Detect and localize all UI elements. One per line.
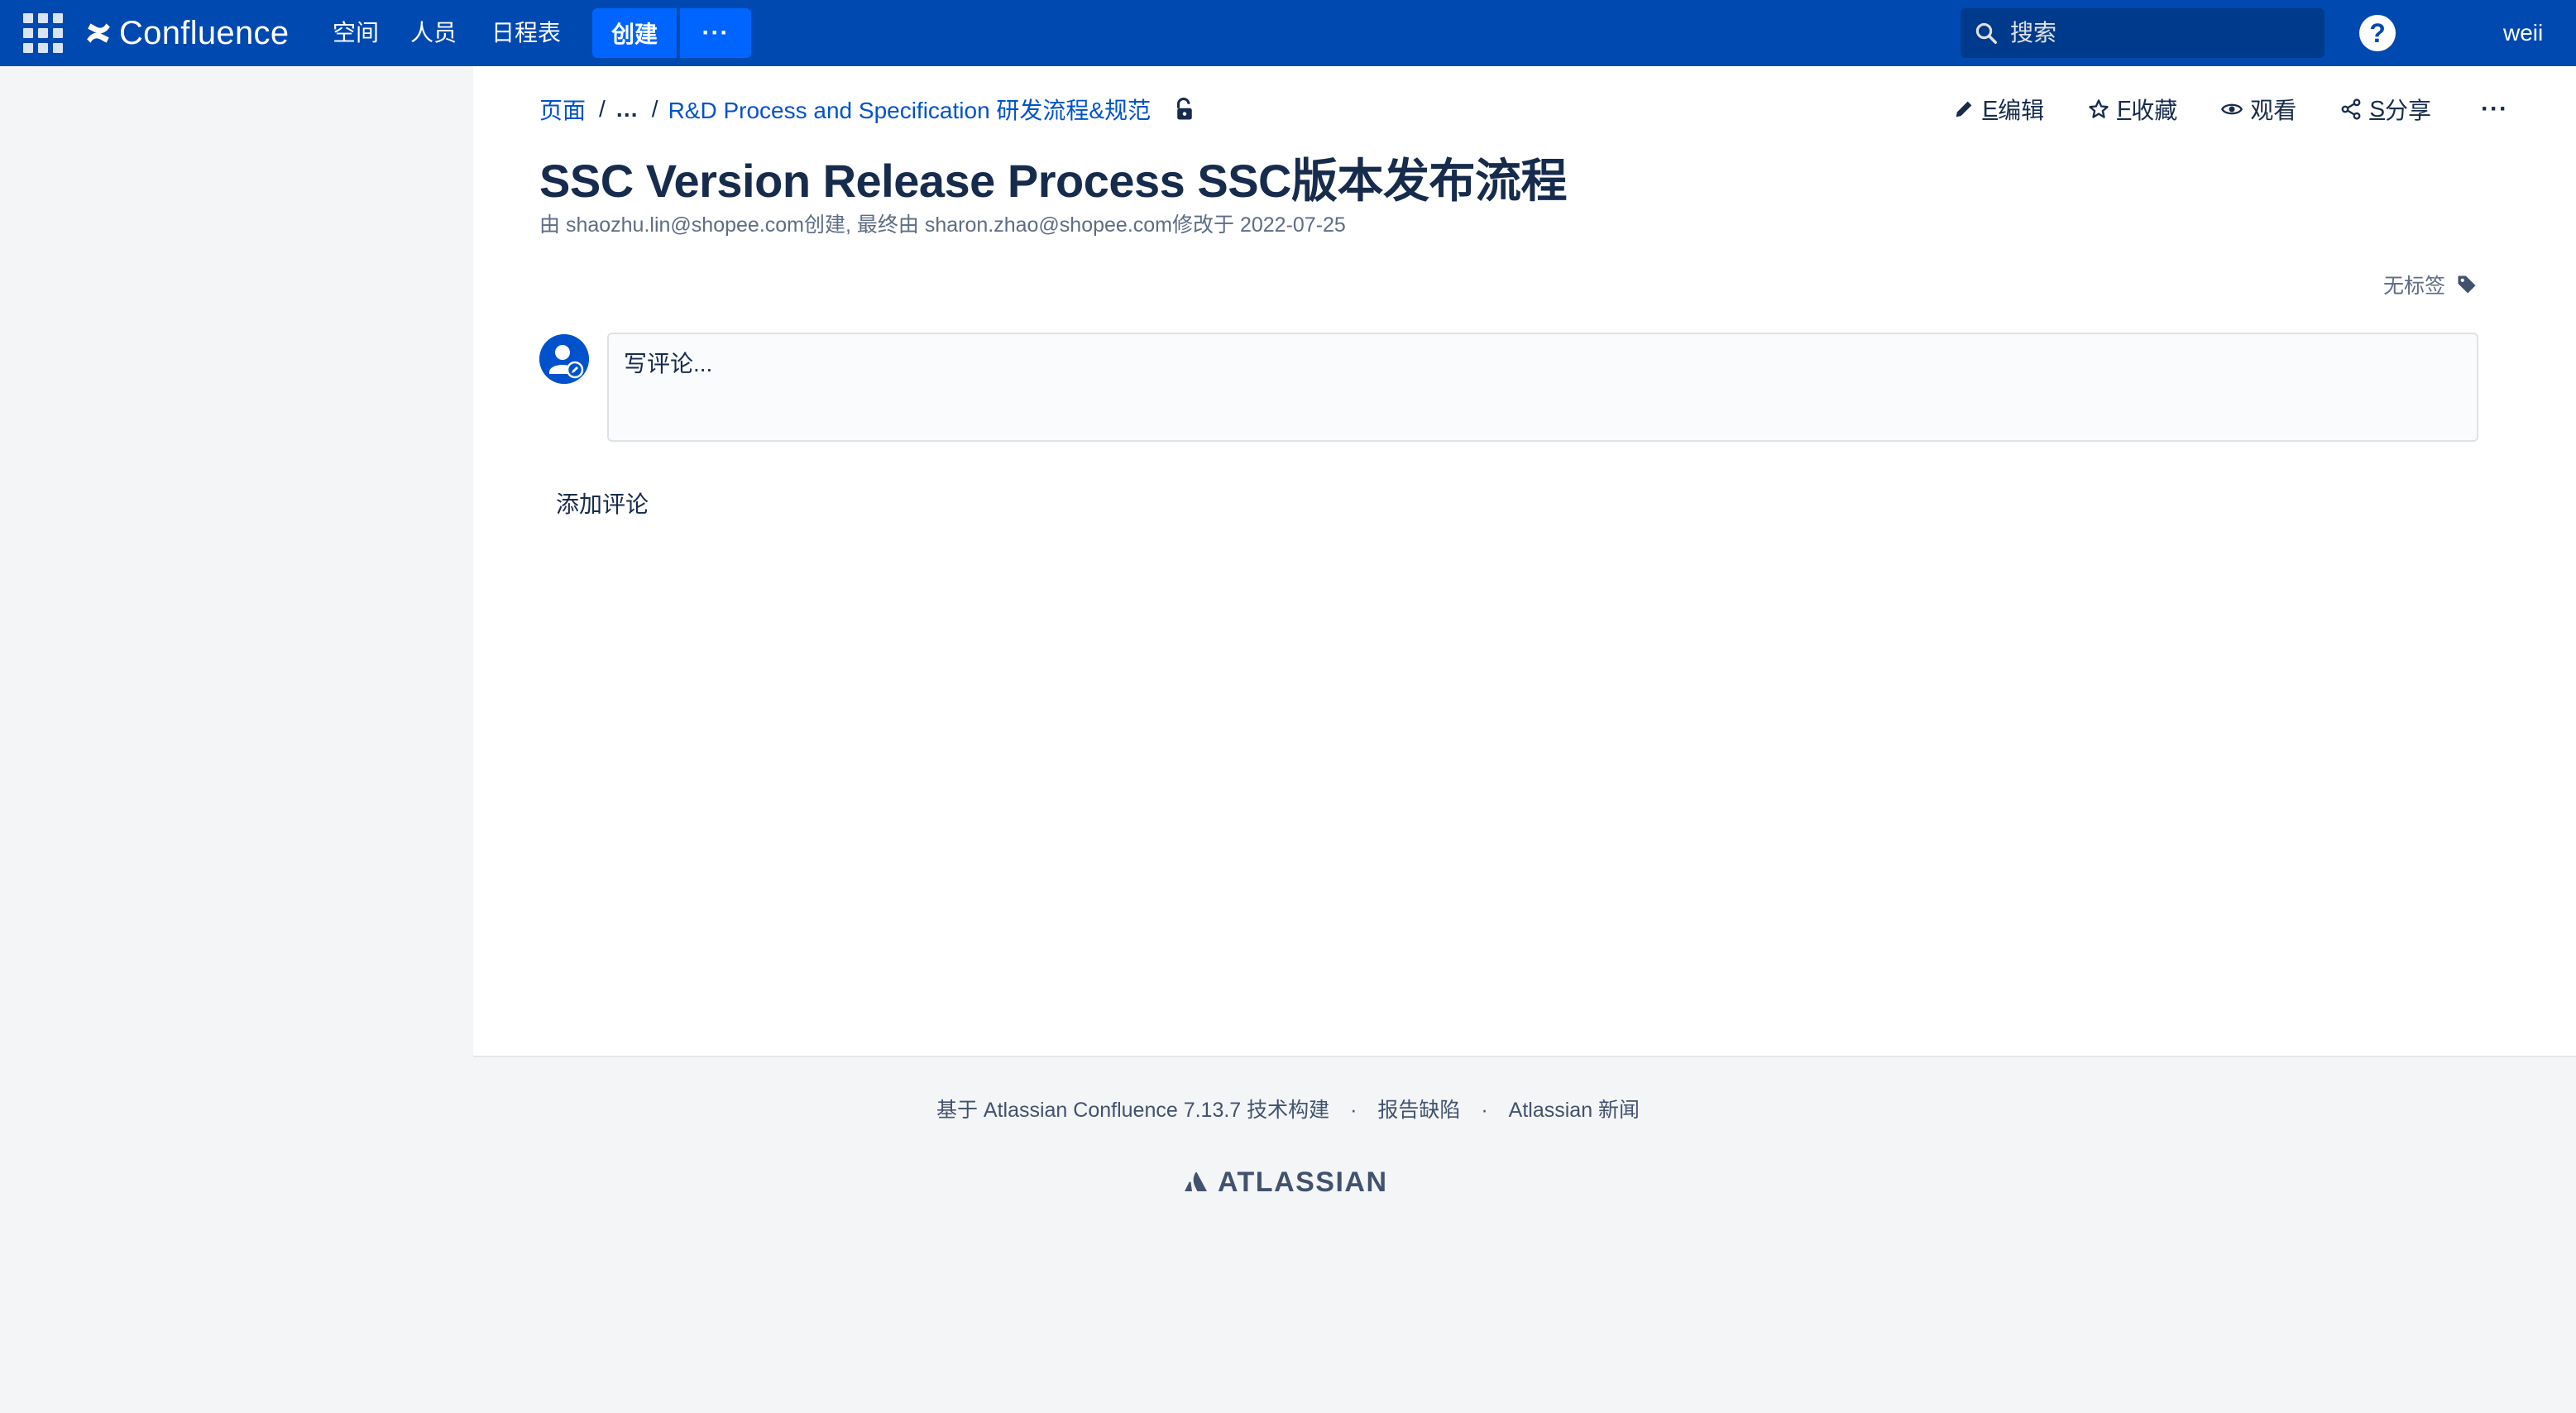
confluence-logo-icon (87, 23, 110, 43)
user-avatar (539, 334, 589, 384)
footer-separator: · (1350, 1099, 1357, 1122)
breadcrumb-ellipsis[interactable]: … (615, 96, 639, 122)
help-icon[interactable]: ? (2359, 15, 2396, 51)
eye-icon (2221, 103, 2243, 115)
comment-input[interactable]: 写评论... (607, 333, 2478, 442)
star-label: 收藏 (2131, 98, 2178, 123)
nav-link-people[interactable]: 人员 (410, 17, 457, 50)
search-input[interactable] (2010, 20, 2308, 46)
edit-button[interactable]: E 编辑 (1952, 93, 2044, 126)
watch-label: 观看 (2250, 98, 2297, 123)
nav-link-spaces[interactable]: 空间 (333, 17, 379, 50)
default-user-avatar-icon (539, 334, 589, 384)
page-actions: E 编辑 F 收藏 观看 S 分享 ··· (1909, 91, 2508, 127)
no-labels-text: 无标签 (2382, 275, 2445, 298)
star-icon (2089, 99, 2109, 118)
add-comment-link[interactable]: 添加评论 (556, 486, 649, 520)
app-switcher-grid-icon[interactable] (23, 13, 63, 53)
footer-news-link[interactable]: Atlassian 新闻 (1509, 1099, 1640, 1122)
page-byline: 由 shaozhu.lin@shopee.com创建, 最终由 sharon.z… (539, 213, 1346, 237)
breadcrumb: 页面 / … / R&D Process and Specification 研… (539, 91, 1195, 127)
breadcrumb-separator: / (599, 96, 606, 122)
footer-built-on-link[interactable]: 基于 Atlassian Confluence 7.13.7 技术构建 (936, 1099, 1329, 1122)
tag-icon[interactable] (2455, 273, 2478, 296)
more-actions-button[interactable]: ··· (2481, 95, 2508, 123)
unlocked-padlock-icon[interactable] (1174, 97, 1195, 122)
atlassian-logo-icon (1185, 1171, 1207, 1191)
create-button[interactable]: 创建 (592, 8, 677, 58)
footer-links: 基于 Atlassian Confluence 7.13.7 技术构建 · 报告… (0, 1094, 2576, 1123)
create-more-button[interactable]: ··· (680, 8, 751, 58)
star-button[interactable]: F 收藏 (2087, 93, 2177, 126)
breadcrumb-separator: / (651, 96, 658, 122)
edit-shortcut-key: E (1982, 96, 1999, 122)
nav-link-calendars[interactable]: 日程表 (491, 17, 561, 50)
edit-label: 编辑 (1998, 98, 2045, 123)
page-content: 页面 / … / R&D Process and Specification 研… (473, 66, 2576, 1057)
page-title: SSC Version Release Process SSC版本发布流程 (539, 155, 1568, 207)
labels-section: 无标签 (2383, 270, 2478, 299)
breadcrumb-parent-page[interactable]: R&D Process and Specification 研发流程&规范 (668, 93, 1152, 126)
share-label: 分享 (2385, 98, 2432, 123)
search-icon (1975, 22, 1997, 44)
confluence-logo[interactable]: Confluence (84, 12, 289, 55)
footer-report-bug-link[interactable]: 报告缺陷 (1377, 1099, 1460, 1122)
atlassian-wordmark: ATLASSIAN (1218, 1166, 1388, 1198)
footer-separator: · (1481, 1099, 1488, 1122)
share-shortcut-key: S (2369, 96, 2385, 122)
share-icon (2341, 98, 2361, 120)
star-shortcut-key: F (2117, 96, 2132, 122)
pencil-icon (1956, 101, 1972, 117)
share-button[interactable]: S 分享 (2339, 93, 2431, 126)
watch-button[interactable]: 观看 (2220, 93, 2296, 126)
search-box[interactable] (1961, 8, 2325, 58)
atlassian-logo[interactable]: ATLASSIAN (1183, 1166, 1388, 1199)
product-name: Confluence (119, 14, 290, 51)
top-navigation-bar: Confluence 空间 人员 日程表 创建 ··· ? weii (0, 0, 2576, 66)
breadcrumb-pages[interactable]: 页面 (539, 93, 586, 126)
user-menu[interactable]: weii (2503, 17, 2554, 50)
